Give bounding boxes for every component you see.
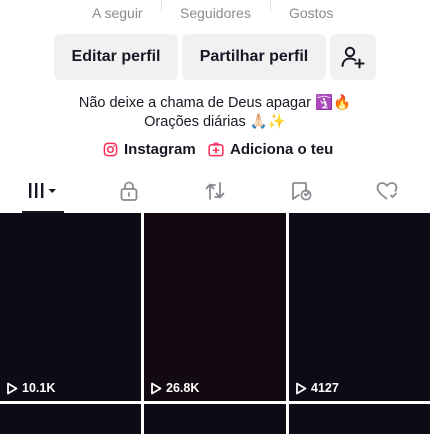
view-count: 10.1K <box>6 381 55 395</box>
play-icon <box>7 382 18 394</box>
play-icon <box>296 382 307 394</box>
divider <box>161 0 162 12</box>
play-icon <box>151 382 162 394</box>
bookmark-icon <box>292 182 312 201</box>
view-count: 4127 <box>295 381 339 395</box>
tab-reposts[interactable] <box>192 170 238 212</box>
bio-line-2: Orações diárias 🙏🏻✨ <box>144 114 286 130</box>
share-profile-button[interactable]: Partilhar perfil <box>182 34 326 80</box>
edit-profile-button[interactable]: Editar perfil <box>54 34 178 80</box>
tab-private[interactable] <box>106 170 152 212</box>
lock-icon <box>120 181 138 201</box>
view-count-text: 26.8K <box>166 381 200 395</box>
divider <box>270 0 271 12</box>
add-yours-link[interactable]: Adiciona o teu <box>208 138 333 160</box>
tab-favorites[interactable] <box>278 170 324 212</box>
view-count-text: 4127 <box>311 381 339 395</box>
view-count-text: 10.1K <box>22 381 56 395</box>
grid-icon <box>29 183 56 198</box>
add-user-icon <box>341 46 365 69</box>
likes-label: Gostos <box>289 5 334 21</box>
bio-links: Instagram Adiciona o teu <box>0 138 430 160</box>
profile-actions: Editar perfil Partilhar perfil <box>0 34 430 80</box>
instagram-label: Instagram <box>124 140 196 158</box>
tab-liked[interactable] <box>364 170 410 212</box>
stats-row: A seguir Seguidores Gostos <box>0 0 430 26</box>
instagram-link[interactable]: Instagram <box>103 138 196 160</box>
video-tile[interactable]: 10.1K <box>0 213 141 401</box>
followers-label[interactable]: Seguidores <box>180 5 251 21</box>
bio-line-1: Não deixe a chama de Deus apagar 🛐🔥 <box>78 95 352 111</box>
add-friends-button[interactable] <box>330 34 376 80</box>
view-count: 26.8K <box>150 381 199 395</box>
instagram-icon <box>103 142 118 156</box>
repost-icon <box>205 182 225 200</box>
add-yours-label: Adiciona o teu <box>230 140 334 158</box>
profile-tabs <box>0 170 430 215</box>
video-tile[interactable]: 26.8K <box>144 213 286 401</box>
add-yours-icon <box>208 141 224 156</box>
video-grid: 10.1K 26.8K 4127 <box>0 213 430 434</box>
following-label[interactable]: A seguir <box>92 5 143 21</box>
heart-icon <box>376 182 398 200</box>
video-tile[interactable]: 4127 <box>289 213 430 401</box>
tab-videos[interactable] <box>20 170 66 213</box>
